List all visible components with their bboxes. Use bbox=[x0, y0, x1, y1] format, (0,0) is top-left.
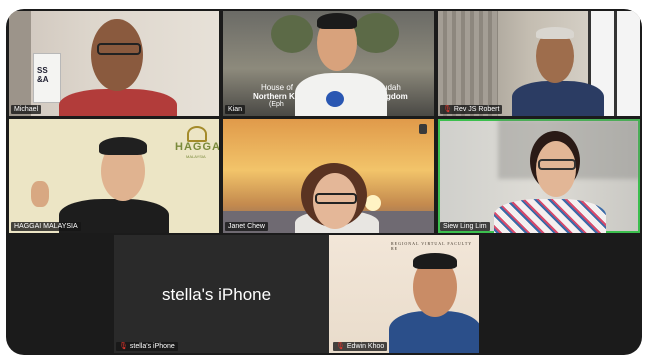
glasses bbox=[97, 43, 141, 55]
video-tile-haggai-malaysia[interactable]: HAGGAI MALAYSIA HAGGAI MALAYSIA bbox=[9, 119, 219, 233]
person-hair bbox=[413, 253, 457, 269]
tree-left bbox=[271, 15, 313, 53]
banner-text: REGIONAL VIRTUAL FACULTY RE bbox=[391, 241, 473, 251]
tree-right bbox=[353, 13, 399, 53]
glasses bbox=[315, 193, 357, 204]
shelf bbox=[9, 11, 31, 116]
sign-text: SS &A bbox=[37, 66, 49, 84]
person-body bbox=[389, 311, 479, 353]
haggai-logo-sub: MALAYSIA bbox=[186, 154, 206, 159]
person-hair bbox=[99, 137, 147, 155]
sun bbox=[365, 195, 381, 211]
name-label: 🎙 stella's iPhone bbox=[116, 342, 178, 351]
name-label: HAGGAI MALAYSIA bbox=[11, 222, 81, 231]
mic-muted-icon: 🎙 bbox=[443, 106, 452, 113]
mic-muted-icon: 🎙 bbox=[119, 343, 128, 350]
raised-hand bbox=[31, 181, 49, 207]
person-body bbox=[59, 89, 177, 116]
name-label: Michael bbox=[11, 105, 42, 114]
participant-display-name: stella's iPhone bbox=[162, 285, 272, 304]
sign-board: SS &A bbox=[33, 53, 61, 103]
bg-text-2b: gdom bbox=[386, 92, 408, 101]
haggai-logo-text: HAGGAI bbox=[175, 141, 219, 153]
curtain bbox=[438, 11, 498, 116]
name-label: Siew Ling Lim bbox=[440, 222, 490, 231]
name-label: 🎙 Rev JS Robert bbox=[440, 105, 503, 114]
video-call-window: SS &A Michael House of udah Northern K g… bbox=[6, 9, 642, 355]
person-head bbox=[91, 19, 143, 91]
person-hair bbox=[536, 27, 574, 39]
name-label: 🎙 Edwin Khoo bbox=[333, 342, 388, 351]
person-body bbox=[512, 81, 604, 116]
video-tile-michael[interactable]: SS &A Michael bbox=[9, 11, 219, 116]
bg-text-1: House of bbox=[261, 83, 294, 92]
window-frame bbox=[614, 11, 617, 116]
mic-muted-icon: 🎙 bbox=[336, 343, 345, 350]
haggai-logo-icon bbox=[187, 126, 207, 142]
name-label: Kian bbox=[225, 105, 246, 114]
bg-text-3: (Eph bbox=[269, 101, 284, 108]
glasses bbox=[538, 159, 576, 170]
video-tile-kian[interactable]: House of udah Northern K gdom (Eph Kian bbox=[223, 11, 434, 116]
shirt-logo bbox=[326, 91, 344, 107]
corner-logo-icon bbox=[419, 124, 427, 134]
name-label: Janet Chew bbox=[225, 222, 268, 231]
video-tile-rev-js-robert[interactable]: 🎙 Rev JS Robert bbox=[438, 11, 640, 116]
person-body bbox=[494, 199, 606, 233]
person-hair bbox=[317, 13, 357, 29]
video-tile-siew-ling-lim[interactable]: Siew Ling Lim bbox=[438, 119, 640, 233]
video-tile-edwin-khoo[interactable]: REGIONAL VIRTUAL FACULTY RE 🎙 Edwin Khoo bbox=[329, 235, 479, 353]
video-tile-janet-chew[interactable]: Janet Chew bbox=[223, 119, 434, 233]
bg-text-2: Northern K bbox=[253, 92, 295, 101]
